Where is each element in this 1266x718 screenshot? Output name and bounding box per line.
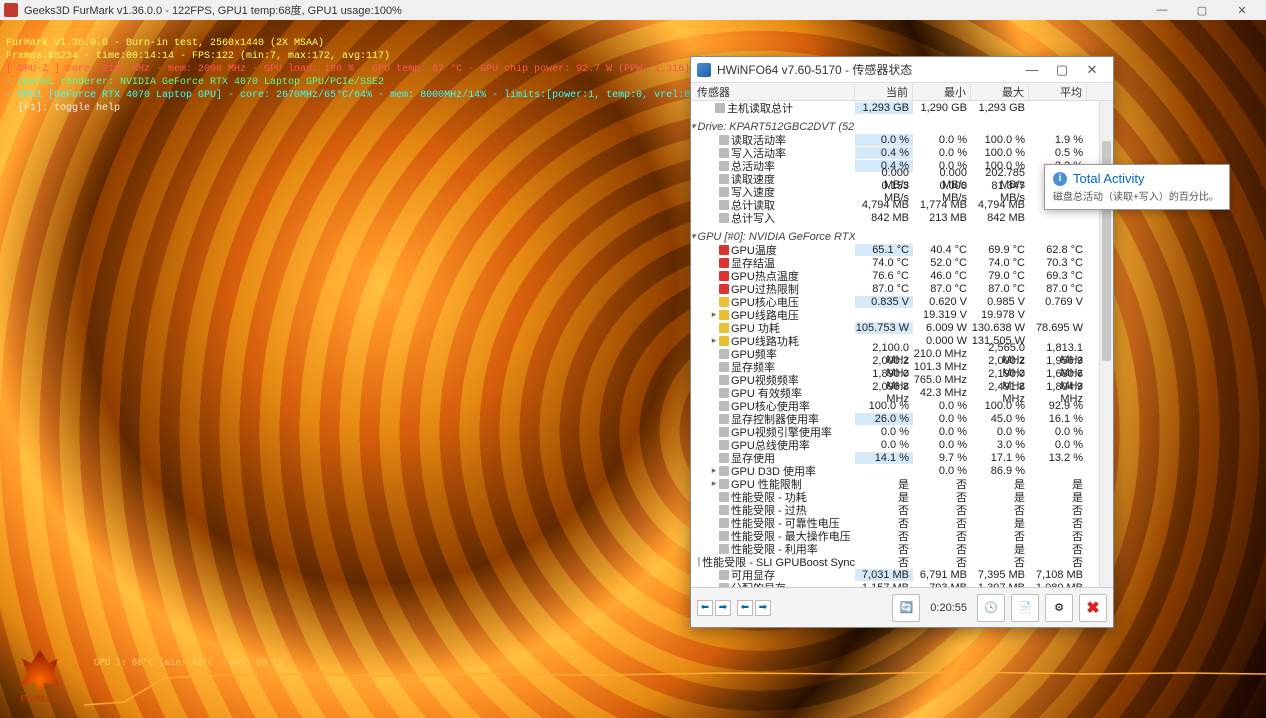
nav-prev2-button[interactable]: ⬅: [737, 600, 753, 616]
hwinfo-window: HWiNFO64 v7.60-5170 - 传感器状态 — ▢ ✕ 传感器 当前…: [690, 56, 1114, 628]
hwinfo-maximize-button[interactable]: ▢: [1047, 60, 1077, 80]
hwinfo-minimize-button[interactable]: —: [1017, 60, 1047, 80]
col-avg[interactable]: 平均: [1029, 83, 1087, 100]
tooltip-title: Total Activity: [1073, 171, 1145, 186]
flame-icon: [18, 650, 62, 694]
refresh-button[interactable]: 🔄: [892, 594, 920, 622]
col-max[interactable]: 最大: [971, 83, 1029, 100]
hwinfo-footer: ⬅ ➡ ⬅ ➡ 🔄 0:20:55 🕓 📄 ⚙ ✖: [691, 587, 1113, 627]
settings-button[interactable]: ⚙: [1045, 594, 1073, 622]
tooltip: i Total Activity 磁盘总活动（读取+写入）的百分比。: [1044, 164, 1230, 210]
elapsed-timer: 0:20:55: [926, 602, 971, 614]
sensor-row[interactable]: 分配的显存1,157 MB793 MB1,397 MB1,080 MB: [691, 581, 1113, 587]
sensor-row[interactable]: 主机读取总计1,293 GB1,290 GB1,293 GB: [691, 101, 1113, 114]
log-button[interactable]: 📄: [1011, 594, 1039, 622]
close-button[interactable]: ✕: [1222, 0, 1262, 20]
nav-next2-button[interactable]: ➡: [755, 600, 771, 616]
hwinfo-column-header: 传感器 当前 最小 最大 平均: [691, 83, 1113, 101]
col-current[interactable]: 当前: [855, 83, 913, 100]
furmark-title-text: Geeks3D FurMark v1.36.0.0 - 122FPS, GPU1…: [24, 2, 402, 18]
reset-button[interactable]: ✖: [1079, 594, 1107, 622]
furmark-app-icon: [4, 3, 18, 17]
tooltip-body: 磁盘总活动（读取+写入）的百分比。: [1053, 188, 1221, 203]
graph-label: GPU 1: 68°C (min: 46°C - max: 69°C): [94, 658, 284, 668]
temperature-graph: GPU 1: 68°C (min: 46°C - max: 69°C): [84, 660, 1266, 710]
info-icon: i: [1053, 172, 1067, 186]
hwinfo-app-icon: [697, 63, 711, 77]
maximize-button[interactable]: ▢: [1182, 0, 1222, 20]
furmark-titlebar: Geeks3D FurMark v1.36.0.0 - 122FPS, GPU1…: [0, 0, 1266, 20]
nav-next-button[interactable]: ➡: [715, 600, 731, 616]
furmark-logo-text: FurMark: [10, 694, 70, 705]
sensor-row[interactable]: 总计写入842 MB213 MB842 MB: [691, 211, 1113, 224]
col-sensor[interactable]: 传感器: [691, 83, 855, 100]
hwinfo-title-text: HWiNFO64 v7.60-5170 - 传感器状态: [717, 61, 912, 78]
clock-icon[interactable]: 🕓: [977, 594, 1005, 622]
col-min[interactable]: 最小: [913, 83, 971, 100]
hwinfo-close-button[interactable]: ✕: [1077, 60, 1107, 80]
nav-prev-button[interactable]: ⬅: [697, 600, 713, 616]
minimize-button[interactable]: —: [1142, 0, 1182, 20]
furmark-logo: FurMark: [10, 650, 70, 710]
hwinfo-titlebar[interactable]: HWiNFO64 v7.60-5170 - 传感器状态 — ▢ ✕: [691, 57, 1113, 83]
